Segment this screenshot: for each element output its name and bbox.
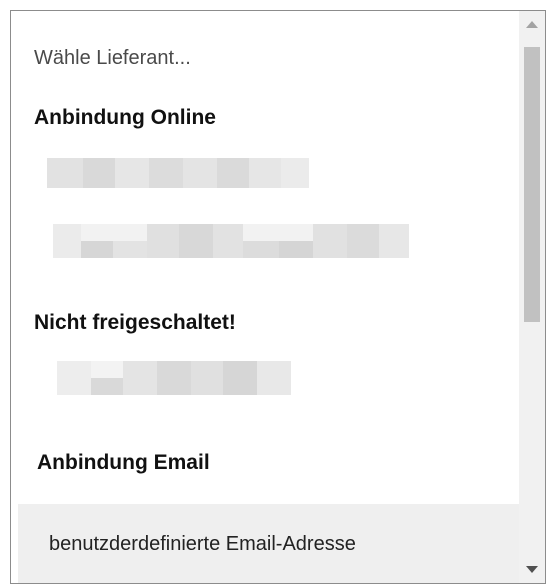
vertical-scrollbar[interactable] xyxy=(519,11,545,583)
scrollbar-thumb[interactable] xyxy=(524,47,540,322)
option-list: Wähle Lieferant... Anbindung Online Nich… xyxy=(11,11,519,583)
supplier-dropdown-list[interactable]: Wähle Lieferant... Anbindung Online Nich… xyxy=(10,10,546,584)
placeholder-option[interactable]: Wähle Lieferant... xyxy=(34,47,191,70)
scroll-up-arrow-icon[interactable] xyxy=(526,21,538,28)
group-label-online: Anbindung Online xyxy=(34,106,216,129)
redacted-option[interactable] xyxy=(57,361,291,395)
custom-email-option[interactable]: benutzderdefinierte Email-Adresse xyxy=(18,504,519,583)
group-label-not-activated: Nicht freigeschaltet! xyxy=(34,311,236,334)
scroll-down-arrow-icon[interactable] xyxy=(526,566,538,573)
group-label-email: Anbindung Email xyxy=(37,451,210,474)
custom-email-option-label: benutzderdefinierte Email-Adresse xyxy=(49,533,356,555)
redacted-option[interactable] xyxy=(53,224,409,258)
redacted-option[interactable] xyxy=(47,158,309,188)
